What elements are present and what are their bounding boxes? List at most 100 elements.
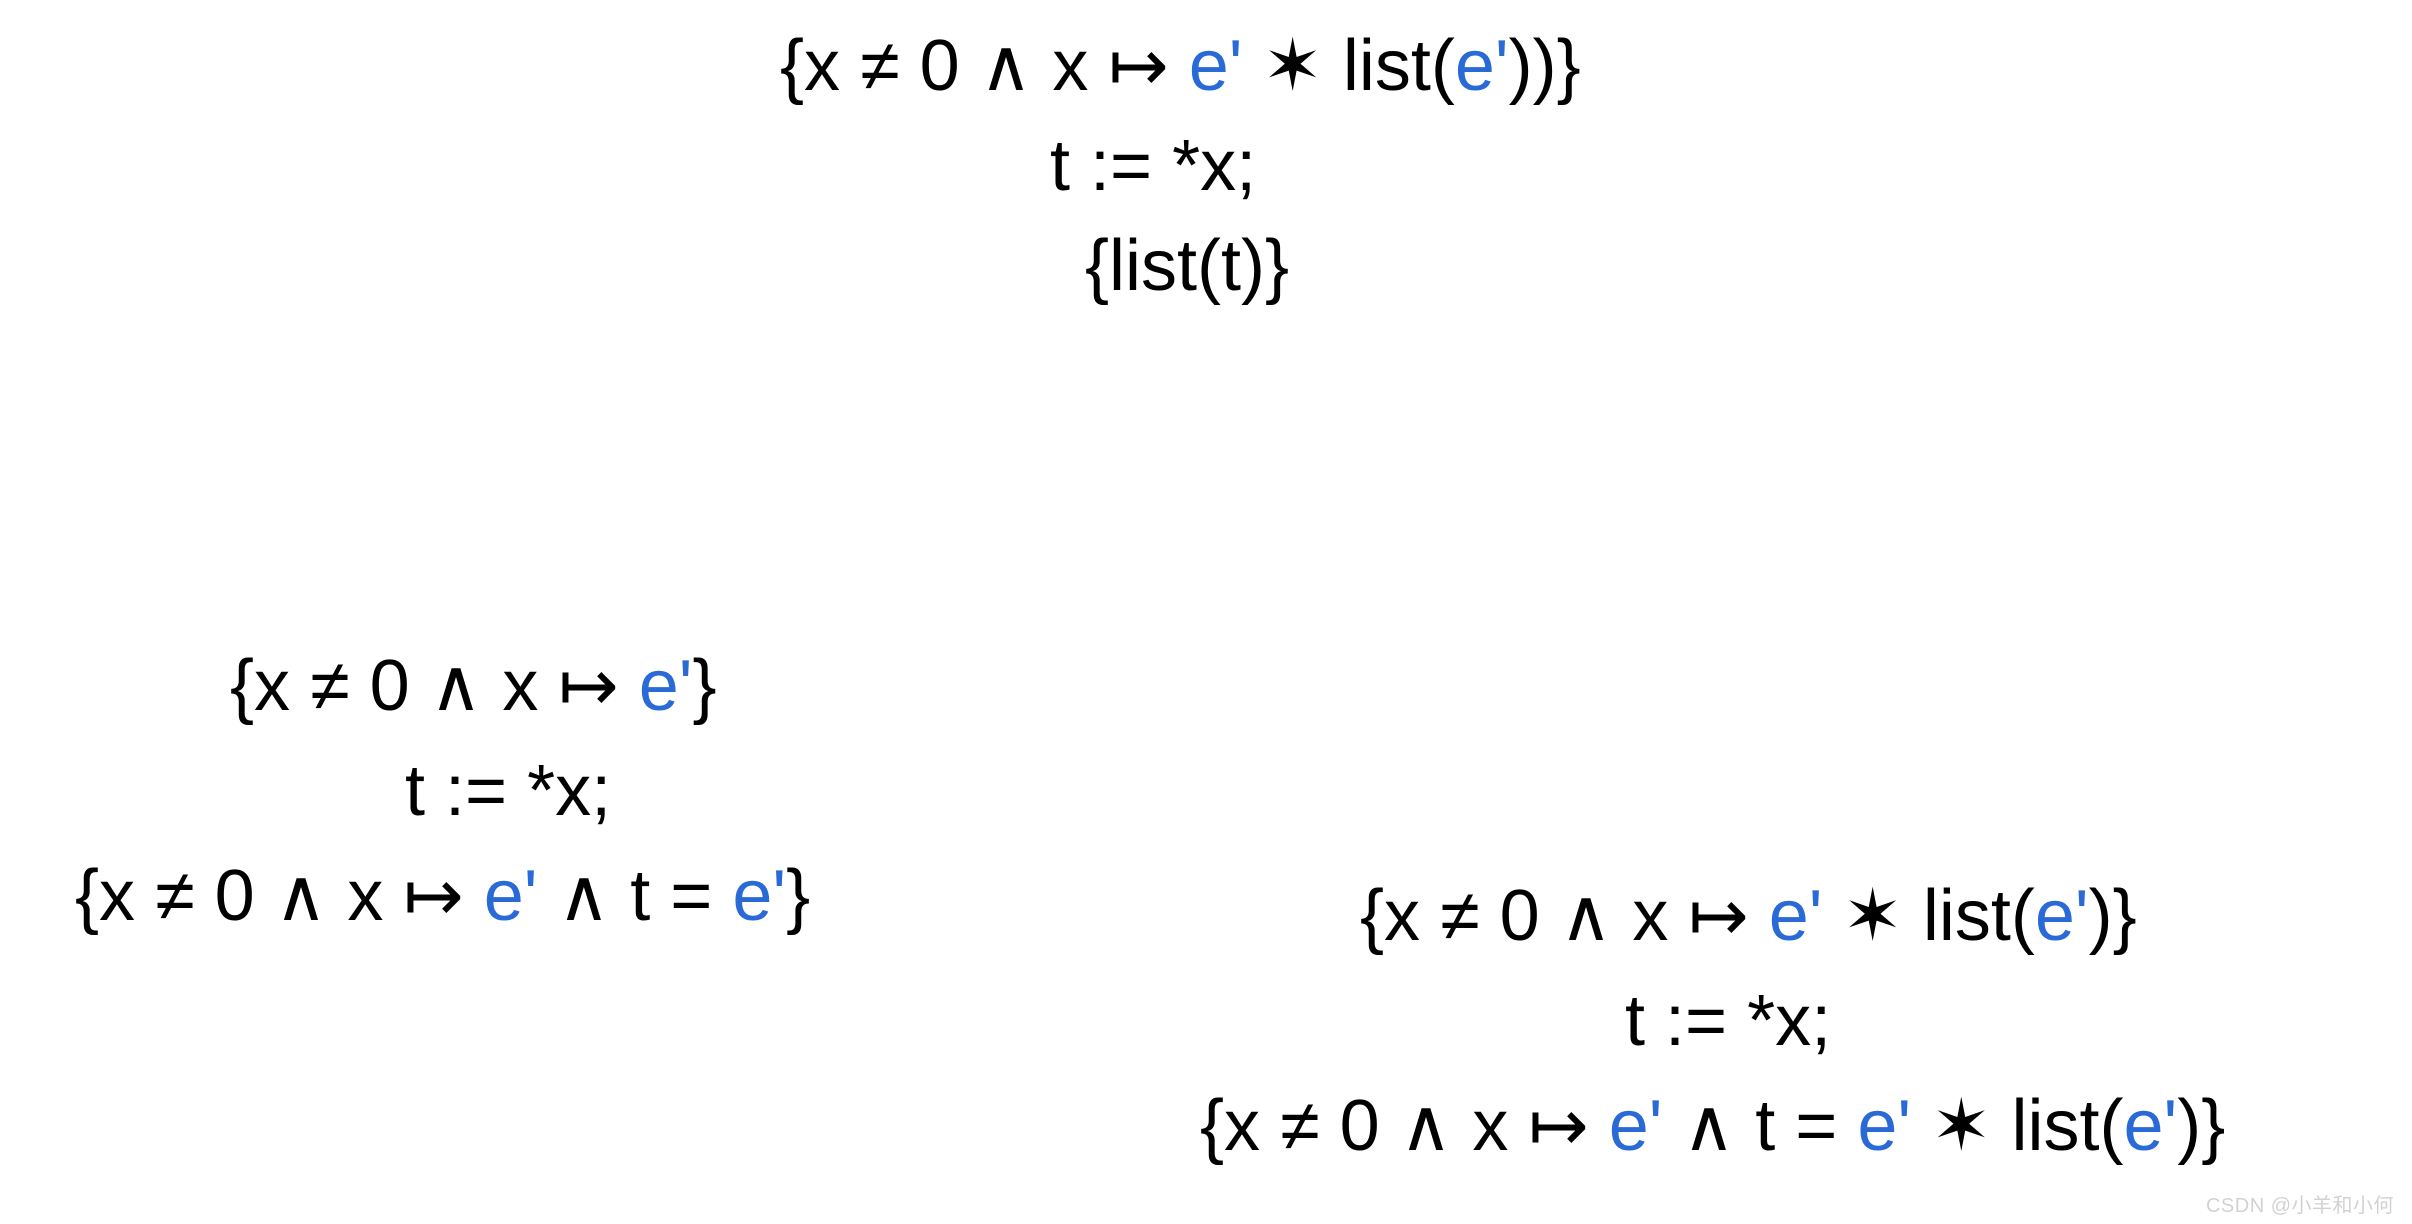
deref: * [1172,126,1200,206]
list: list [2012,1086,2100,1166]
x: x [1052,26,1088,106]
lbrace: { [1085,226,1109,306]
eprime: e' [1609,1086,1663,1166]
zero: 0 [920,26,960,106]
x: x [1472,1086,1508,1166]
deref: * [1747,981,1775,1061]
eprime: e' [2124,1086,2178,1166]
rparen: ) [1533,26,1557,106]
lparen: ( [1431,26,1455,106]
rbrace: } [1265,226,1289,306]
star: ✶ [1843,876,1903,956]
neq: ≠ [1280,1086,1320,1166]
lbrace: { [1360,876,1384,956]
x: x [1224,1086,1260,1166]
t: t [630,856,650,936]
zero: 0 [370,646,410,726]
eprime: e' [1857,1086,1911,1166]
rparen: ) [2177,1086,2201,1166]
mapsto: ↦ [1528,1086,1588,1166]
x: x [1384,876,1420,956]
eq: = [670,856,712,936]
and: ∧ [275,856,328,936]
and: ∧ [1400,1086,1453,1166]
left-postcondition: {x ≠ 0 ∧ x ↦ e' ∧ t = e'} [75,860,810,932]
x: x [555,751,591,831]
list: list [1343,26,1431,106]
deref: * [527,751,555,831]
list: list [1923,876,2011,956]
t: t [405,751,425,831]
lbrace: { [230,646,254,726]
watermark: CSDN @小羊和小何 [2206,1189,2394,1218]
and: ∧ [980,26,1033,106]
assign: := [1090,126,1152,206]
rbrace: } [786,856,810,936]
right-postcondition: {x ≠ 0 ∧ x ↦ e' ∧ t = e' ✶ list(e')} [1200,1090,2225,1162]
semi: ; [1811,981,1831,1061]
x: x [502,646,538,726]
eprime: e' [1189,26,1243,106]
rparen: ) [1509,26,1533,106]
semi: ; [1236,126,1256,206]
neq: ≠ [1440,876,1480,956]
x: x [254,646,290,726]
lparen: ( [2011,876,2035,956]
eprime: e' [484,856,538,936]
x: x [804,26,840,106]
lparen: ( [1197,226,1221,306]
left-statement: t := *x; [405,755,611,827]
rbrace: } [1557,26,1581,106]
neq: ≠ [860,26,900,106]
lbrace: { [780,26,804,106]
mapsto: ↦ [1108,26,1168,106]
t: t [1755,1086,1775,1166]
zero: 0 [1340,1086,1380,1166]
right-statement: t := *x; [1625,985,1831,1057]
rbrace: } [2201,1086,2225,1166]
assign: := [445,751,507,831]
rparen: ) [2089,876,2113,956]
t: t [1221,226,1241,306]
x: x [1632,876,1668,956]
and: ∧ [1683,1086,1736,1166]
lbrace: { [75,856,99,936]
x: x [347,856,383,936]
t: t [1625,981,1645,1061]
rbrace: } [693,646,717,726]
and: ∧ [1560,876,1613,956]
neq: ≠ [310,646,350,726]
eq: = [1795,1086,1837,1166]
x: x [1200,126,1236,206]
eprime: e' [732,856,786,936]
left-precondition: {x ≠ 0 ∧ x ↦ e'} [230,650,717,722]
top-postcondition: {list(t)} [1085,230,1289,302]
eprime: e' [1455,26,1509,106]
lbrace: { [1200,1086,1224,1166]
mapsto: ↦ [558,646,618,726]
list: list [1109,226,1197,306]
mapsto: ↦ [403,856,463,936]
zero: 0 [1500,876,1540,956]
assign: := [1665,981,1727,1061]
top-precondition: {x ≠ 0 ∧ x ↦ e' ✶ list(e'))} [780,30,1581,102]
mapsto: ↦ [1688,876,1748,956]
eprime: e' [2035,876,2089,956]
and: ∧ [430,646,483,726]
eprime: e' [639,646,693,726]
neq: ≠ [155,856,195,936]
top-statement: t := *x; [1050,130,1256,202]
eprime: e' [1769,876,1823,956]
and: ∧ [558,856,611,936]
rbrace: } [2113,876,2137,956]
zero: 0 [215,856,255,936]
star: ✶ [1263,26,1323,106]
t: t [1050,126,1070,206]
rparen: ) [1241,226,1265,306]
semi: ; [591,751,611,831]
star: ✶ [1931,1086,1991,1166]
lparen: ( [2100,1086,2124,1166]
x: x [99,856,135,936]
x: x [1775,981,1811,1061]
right-precondition: {x ≠ 0 ∧ x ↦ e' ✶ list(e')} [1360,880,2137,952]
